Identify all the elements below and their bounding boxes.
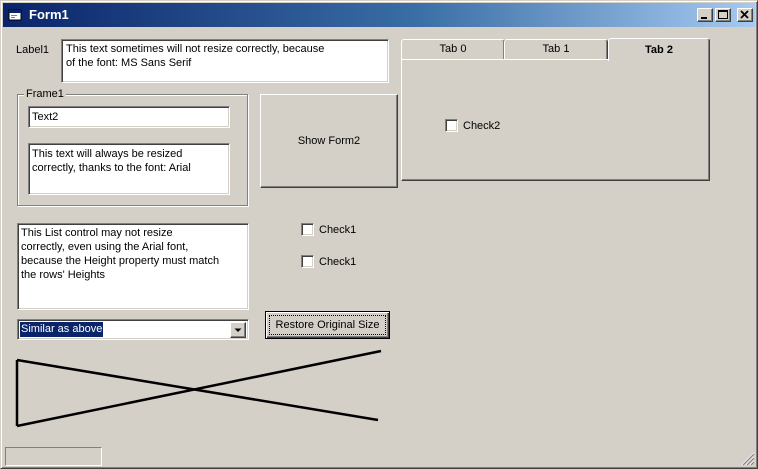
status-bar-panel	[5, 447, 102, 466]
size-grip-icon[interactable]	[741, 452, 755, 466]
form1-window: Form1 Label1 This text sometimes will no…	[0, 0, 758, 469]
check2-checkbox[interactable]	[445, 119, 458, 132]
check2-label[interactable]: Check2	[463, 119, 500, 133]
tab-2[interactable]: Tab 2	[608, 38, 710, 61]
